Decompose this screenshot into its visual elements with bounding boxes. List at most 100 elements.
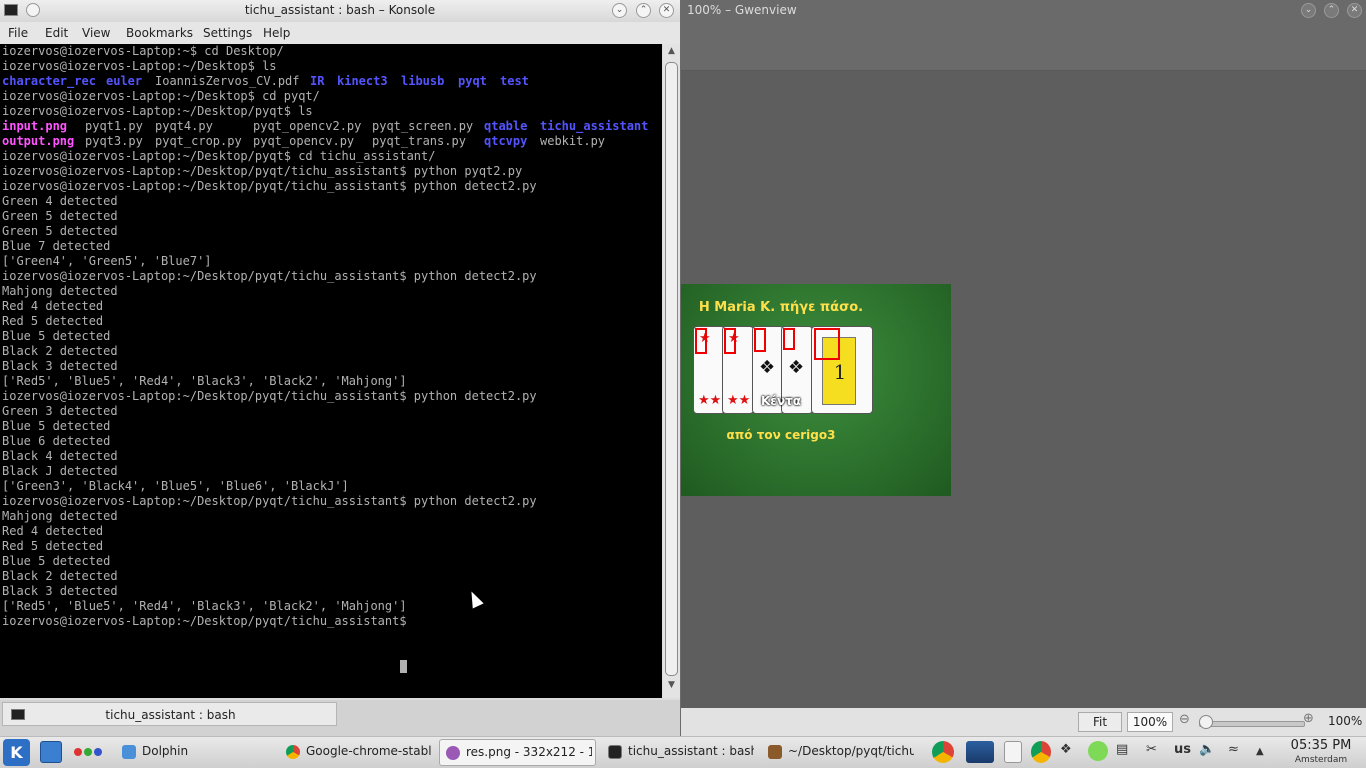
editor-icon xyxy=(768,745,782,759)
black-suit-icon: ❖ xyxy=(759,357,776,378)
window-title: tichu_assistant : bash – Konsole xyxy=(244,3,436,17)
dropbox-icon[interactable]: ❖ xyxy=(1060,742,1072,757)
terminal-line: Black 3 detected xyxy=(2,359,118,373)
terminal-line: Green 5 detected xyxy=(2,209,118,223)
ls-file: IoannisZervos_CV.pdf xyxy=(155,74,300,88)
zoom-100-button[interactable]: 100% xyxy=(1127,712,1173,732)
terminal-line: Red 4 detected xyxy=(2,299,104,313)
scroll-down-icon[interactable]: ▼ xyxy=(663,680,680,690)
menu-help[interactable]: Help xyxy=(263,26,290,40)
terminal-line: Blue 6 detected xyxy=(2,434,111,448)
terminal-line: ['Green3', 'Black4', 'Blue5', 'Blue6', '… xyxy=(2,479,349,493)
terminal-line: iozervos@iozervos-Laptop:~/Desktop$ cd p… xyxy=(2,89,320,103)
tab-label: tichu_assistant : bash xyxy=(105,708,236,722)
kde-menu-icon[interactable]: K xyxy=(3,739,30,766)
chat-icon[interactable] xyxy=(1088,741,1108,761)
ls-directory: libusb xyxy=(401,74,445,88)
zoom-in-icon[interactable]: ⊕ xyxy=(1303,711,1314,726)
terminal-line: iozervos@iozervos-Laptop:~/Desktop/pyqt/… xyxy=(2,179,537,193)
tray-expand-icon[interactable]: ▲ xyxy=(1256,746,1264,757)
ls-directory: pyqt xyxy=(458,74,487,88)
ls-file: output.png xyxy=(2,134,75,148)
menubar: File Edit View Bookmarks Settings Help xyxy=(0,22,680,44)
konsole-titlebar[interactable]: tichu_assistant : bash – Konsole ⌄ ⌃ ✕ xyxy=(0,0,680,22)
task-chrome[interactable]: Google-chrome-stable xyxy=(280,739,436,766)
chrome-launcher-icon[interactable] xyxy=(932,741,954,763)
menu-edit[interactable]: Edit xyxy=(45,26,68,40)
ls-file: webkit.py xyxy=(540,134,606,148)
minimize-button[interactable]: ⌄ xyxy=(612,3,627,18)
terminal-output[interactable]: iozervos@iozervos-Laptop:~$ cd Desktop/i… xyxy=(0,44,662,698)
clock-time[interactable]: 05:35 PM xyxy=(1276,738,1366,753)
task-dolphin[interactable]: Dolphin xyxy=(116,739,278,766)
keyboard-layout-indicator[interactable]: us xyxy=(1174,742,1191,757)
image-caption: από τον cerigo3 xyxy=(726,428,836,442)
menu-bookmarks[interactable]: Bookmarks xyxy=(126,26,193,40)
wifi-icon[interactable]: ≈ xyxy=(1228,742,1239,757)
terminal-line: Blue 5 detected xyxy=(2,554,111,568)
scroll-up-icon[interactable]: ▲ xyxy=(663,46,680,56)
terminal-line: ['Red5', 'Blue5', 'Red4', 'Black3', 'Bla… xyxy=(2,374,407,388)
menu-view[interactable]: View xyxy=(82,26,110,40)
terminal-line: Blue 5 detected xyxy=(2,419,111,433)
terminal-line: iozervos@iozervos-Laptop:~$ cd Desktop/ xyxy=(2,44,284,58)
terminal-line: iozervos@iozervos-Laptop:~/Desktop/pyqt/… xyxy=(2,494,537,508)
terminal-scrollbar[interactable]: ▲ ▼ xyxy=(663,44,680,698)
terminal-line: Blue 7 detected xyxy=(2,239,111,253)
ls-directory: kinect3 xyxy=(337,74,388,88)
tichu-screenshot-image: Η Maria K. πήγε πάσο. ★ ★★ ★ ★★ ❖ ❖ 1 Κέ… xyxy=(681,284,951,496)
red-star-icon: ★★ xyxy=(727,393,751,408)
close-button[interactable]: ✕ xyxy=(659,3,674,18)
task-label: Google-chrome-stable xyxy=(306,744,432,758)
ls-directory: tichu_assistant xyxy=(540,119,649,133)
scissors-icon[interactable]: ✂ xyxy=(1146,742,1157,757)
task-label: tichu_assistant : bash - xyxy=(628,744,754,758)
tab-tichu-assistant[interactable]: tichu_assistant : bash xyxy=(2,702,337,726)
terminal-line: Black 2 detected xyxy=(2,569,118,583)
zoom-out-icon[interactable]: ⊖ xyxy=(1179,712,1190,727)
drive-icon[interactable]: ▤ xyxy=(1116,742,1128,757)
menu-file[interactable]: File xyxy=(8,26,28,40)
terminal-line: Green 5 detected xyxy=(2,224,118,238)
gwenview-icon xyxy=(446,746,460,760)
chrome-icon xyxy=(286,745,300,759)
ls-file: pyqt_crop.py xyxy=(155,134,242,148)
gwenview-maximize-button[interactable]: ⌃ xyxy=(1324,3,1339,18)
ls-file: pyqt_trans.py xyxy=(372,134,466,148)
gwenview-minimize-button[interactable]: ⌄ xyxy=(1301,3,1316,18)
terminal-line: iozervos@iozervos-Laptop:~/Desktop/pyqt/… xyxy=(2,269,537,283)
maximize-button[interactable]: ⌃ xyxy=(636,3,651,18)
ls-directory: character_rec xyxy=(2,74,96,88)
task-text-editor[interactable]: ~/Desktop/pyqt/tichu_ xyxy=(762,739,920,766)
terminal-line: Black J detected xyxy=(2,464,118,478)
task-gwenview[interactable]: res.png - 332x212 - 100 xyxy=(439,739,596,766)
ls-file: pyqt_opencv.py xyxy=(253,134,355,148)
zoom-fit-button[interactable]: Fit xyxy=(1078,712,1122,732)
ls-directory: test xyxy=(500,74,529,88)
terminal-line: Mahjong detected xyxy=(2,284,118,298)
volume-icon[interactable]: 🔈 xyxy=(1199,742,1215,757)
chrome-tray-icon[interactable] xyxy=(1031,741,1051,763)
konsole-window: tichu_assistant : bash – Konsole ⌄ ⌃ ✕ F… xyxy=(0,0,680,736)
detection-box xyxy=(754,328,766,352)
gwenview-titlebar[interactable]: 100% – Gwenview ⌄ ⌃ ✕ xyxy=(681,0,1366,22)
terminal-line: Green 3 detected xyxy=(2,404,118,418)
ls-directory: qtcvpy xyxy=(484,134,528,148)
show-desktop-icon[interactable] xyxy=(40,741,62,763)
image-viewport[interactable]: Η Maria K. πήγε πάσο. ★ ★★ ★ ★★ ❖ ❖ 1 Κέ… xyxy=(681,71,1366,708)
task-konsole[interactable]: tichu_assistant : bash - xyxy=(602,739,758,766)
menu-settings[interactable]: Settings xyxy=(203,26,252,40)
ls-file: input.png xyxy=(2,119,68,133)
gwenview-close-button[interactable]: ✕ xyxy=(1347,3,1362,18)
screen-icon[interactable] xyxy=(966,741,994,763)
document-icon[interactable] xyxy=(1004,741,1022,763)
activities-icon[interactable] xyxy=(72,741,106,763)
scroll-thumb[interactable] xyxy=(665,62,678,676)
zoom-slider-handle[interactable] xyxy=(1199,715,1213,729)
text-cursor xyxy=(400,660,407,673)
task-label: res.png - 332x212 - 100 xyxy=(466,745,592,759)
ls-file: pyqt3.py xyxy=(85,134,143,148)
black-suit-icon: ❖ xyxy=(788,357,805,378)
zoom-slider[interactable] xyxy=(1199,721,1305,727)
terminal-line: iozervos@iozervos-Laptop:~/Desktop/pyqt$… xyxy=(2,149,436,163)
